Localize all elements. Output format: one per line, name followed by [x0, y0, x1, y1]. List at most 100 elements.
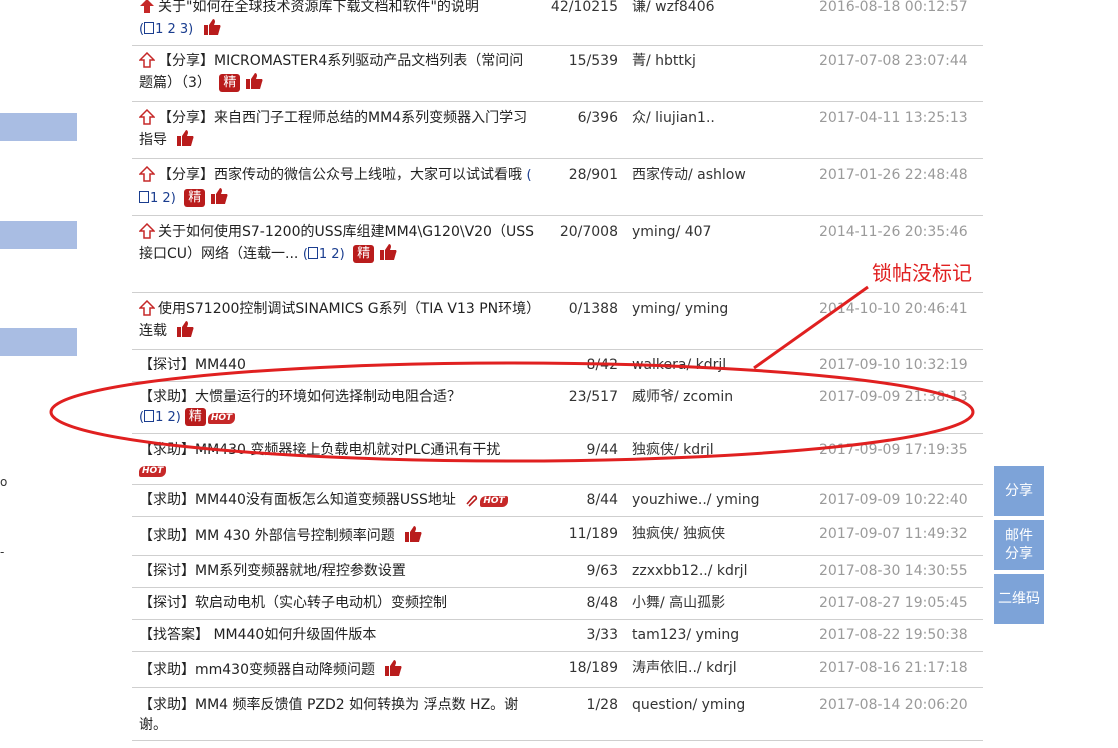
- author[interactable]: tam123/ yming: [632, 625, 812, 645]
- author[interactable]: 小舞/ 高山孤影: [632, 593, 812, 613]
- thumbs-up-icon: [380, 244, 397, 260]
- reply-view-count: 9/63: [586, 563, 618, 579]
- reply-view-count: 23/517: [568, 389, 618, 405]
- table-row: 【找答案】 MM440如何升级固件版本 3/33 tam123/ yming 2…: [132, 620, 983, 652]
- table-row: 使用S71200控制调试SINAMICS G系列（TIA V13 PN环境）连载…: [132, 293, 983, 350]
- page-icon: [144, 410, 155, 422]
- thread-title-link[interactable]: 【求助】mm430变频器自动降频问题: [139, 662, 375, 678]
- reply-view-count: 28/901: [568, 167, 618, 183]
- author[interactable]: 威师爷/ zcomin: [632, 387, 812, 407]
- author[interactable]: 谦/ wzf8406: [632, 0, 812, 17]
- author[interactable]: youzhiwe../ yming: [632, 490, 812, 510]
- table-row: 【求助】MM 430 外部信号控制频率问题 11/189 独疯侠/ 独疯侠 20…: [132, 517, 983, 556]
- page-links[interactable]: (1 2 3): [139, 22, 193, 37]
- thread-title-link[interactable]: 【找答案】 MM440如何升级固件版本: [139, 627, 376, 643]
- table-row: 【求助】MM440没有面板怎么知道变频器USS地址 HOT 8/44 youzh…: [132, 485, 983, 517]
- last-post-time: 2017-04-11 13:25:13: [819, 110, 968, 126]
- author[interactable]: 菁/ hbttkj: [632, 51, 812, 71]
- featured-badge: 精: [353, 245, 375, 263]
- pinned-arrow-icon: [139, 109, 155, 125]
- page-links[interactable]: (1 2): [303, 247, 345, 262]
- reply-view-count: 8/48: [586, 595, 618, 611]
- attachment-icon: [466, 495, 478, 507]
- thumbs-up-icon: [385, 660, 402, 676]
- reply-view-count: 15/539: [568, 53, 618, 69]
- annotation-text: 锁帖没标记: [872, 261, 972, 285]
- thread-title-link[interactable]: 关于"如何在全球技术资源库下载文档和软件"的说明: [158, 0, 479, 15]
- table-row: 【分享】MICROMASTER4系列驱动产品文档列表（常问问题篇）（3） 精 1…: [132, 45, 983, 102]
- author[interactable]: yming/ 407: [632, 222, 812, 242]
- edge-glyph: -: [0, 545, 5, 559]
- last-post-time: 2017-08-30 14:30:55: [819, 563, 968, 579]
- pinned-arrow-icon: [139, 52, 155, 68]
- last-post-time: 2017-01-26 22:48:48: [819, 167, 968, 183]
- author[interactable]: question/ yming: [632, 695, 812, 715]
- thread-title-link[interactable]: 【求助】MM440没有面板怎么知道变频器USS地址: [139, 492, 456, 508]
- left-nav-tab-1[interactable]: [0, 113, 77, 141]
- author[interactable]: 众/ liujian1..: [632, 108, 812, 128]
- hot-badge: HOT: [480, 496, 508, 507]
- hot-badge: HOT: [207, 413, 236, 424]
- table-row: 【探讨】软启动电机（实心转子电动机）变频控制 8/48 小舞/ 高山孤影 201…: [132, 588, 983, 620]
- page-icon: [139, 191, 149, 203]
- thread-title-link[interactable]: 【探讨】MM系列变频器就地/程控参数设置: [139, 563, 406, 579]
- table-row: 【求助】MM430 变频器接上负载电机就对PLC通讯有干扰 HOT 9/44 独…: [132, 434, 983, 485]
- hot-badge: HOT: [139, 466, 167, 477]
- pinned-arrow-icon: [139, 166, 155, 182]
- share-button[interactable]: 分享: [994, 466, 1044, 516]
- last-post-time: 2017-07-08 23:07:44: [819, 53, 968, 69]
- last-post-time: 2016-08-18 00:12:57: [819, 0, 968, 15]
- author[interactable]: 独疯侠/ 独疯侠: [632, 524, 812, 544]
- last-post-time: 2017-09-07 11:49:32: [819, 526, 968, 542]
- page-icon: [307, 247, 318, 259]
- thread-title-link[interactable]: 【分享】西家传动的微信公众号上线啦，大家可以试试看哦: [158, 167, 522, 183]
- author[interactable]: walkera/ kdrjl: [632, 355, 812, 375]
- table-row: 【探讨】MM系列变频器就地/程控参数设置 9/63 zzxxbb12../ kd…: [132, 556, 983, 588]
- last-post-time: 2017-09-09 17:19:35: [819, 442, 968, 458]
- reply-view-count: 20/7008: [559, 224, 618, 240]
- thumbs-up-icon: [177, 321, 194, 337]
- author[interactable]: yming/ yming: [632, 299, 812, 319]
- thumbs-up-icon: [203, 19, 221, 35]
- table-row: 【探讨】MM440 8/42 walkera/ kdrjl 2017-09-10…: [132, 350, 983, 382]
- page-icon: [144, 22, 155, 34]
- reply-view-count: 9/44: [586, 442, 618, 458]
- author[interactable]: 西家传动/ ashlow: [632, 165, 812, 185]
- pinned-arrow-icon: [139, 300, 155, 316]
- reply-view-count: 6/396: [577, 110, 618, 126]
- reply-view-count: 8/42: [586, 357, 618, 373]
- reply-view-count: 0/1388: [568, 301, 618, 317]
- qrcode-button[interactable]: 二维码: [994, 574, 1044, 624]
- reply-view-count: 42/10215: [550, 0, 618, 15]
- last-post-time: 2017-08-16 21:17:18: [819, 660, 968, 676]
- table-row: 【求助】mm430变频器自动降频问题 18/189 涛声依旧../ kdrjl …: [132, 652, 983, 688]
- last-post-time: 2017-09-10 10:32:19: [819, 357, 968, 373]
- featured-badge: 精: [184, 189, 206, 207]
- thread-title-link[interactable]: 【分享】来自西门子工程师总结的MM4系列变频器入门学习指导: [139, 110, 527, 148]
- author[interactable]: 涛声依旧../ kdrjl: [632, 658, 812, 678]
- author[interactable]: zzxxbb12../ kdrjl: [632, 561, 812, 581]
- thread-title-link[interactable]: 【探讨】MM440: [139, 357, 246, 373]
- thread-title-link[interactable]: 【求助】MM4 频率反馈值 PZD2 如何转换为 浮点数 HZ。谢谢。: [139, 697, 518, 733]
- table-row: 关于"如何在全球技术资源库下载文档和软件"的说明 (1 2 3) 42/1021…: [132, 0, 983, 46]
- thread-title-link[interactable]: 【分享】MICROMASTER4系列驱动产品文档列表（常问问题篇）（3）: [139, 53, 523, 91]
- left-nav-tab-3[interactable]: [0, 328, 77, 356]
- last-post-time: 2017-09-09 10:22:40: [819, 492, 968, 508]
- edge-glyph: o: [0, 475, 8, 489]
- thread-title-link[interactable]: 【探讨】软启动电机（实心转子电动机）变频控制: [139, 595, 447, 611]
- reply-view-count: 3/33: [586, 627, 618, 643]
- thumbs-up-icon: [177, 130, 194, 146]
- page-links[interactable]: (1 2): [139, 410, 181, 425]
- thread-title-link[interactable]: 【求助】MM 430 外部信号控制频率问题: [139, 528, 395, 544]
- author[interactable]: 独疯侠/ kdrjl: [632, 440, 812, 460]
- pinned-arrow-icon: [140, 0, 154, 13]
- email-share-button[interactable]: 邮件分享: [994, 520, 1044, 570]
- left-nav-tab-2[interactable]: [0, 221, 77, 249]
- reply-view-count: 8/44: [586, 492, 618, 508]
- thread-title-link[interactable]: 使用S71200控制调试SINAMICS G系列（TIA V13 PN环境）连载: [139, 301, 533, 339]
- thread-title-link[interactable]: 【求助】MM430 变频器接上负载电机就对PLC通讯有干扰: [139, 442, 500, 458]
- thread-title-link[interactable]: 【求助】大惯量运行的环境如何选择制动电阻合适？: [139, 389, 461, 405]
- last-post-time: 2014-11-26 20:35:46: [819, 224, 968, 240]
- last-post-time: 2017-08-14 20:06:20: [819, 697, 968, 713]
- featured-badge: 精: [219, 74, 241, 92]
